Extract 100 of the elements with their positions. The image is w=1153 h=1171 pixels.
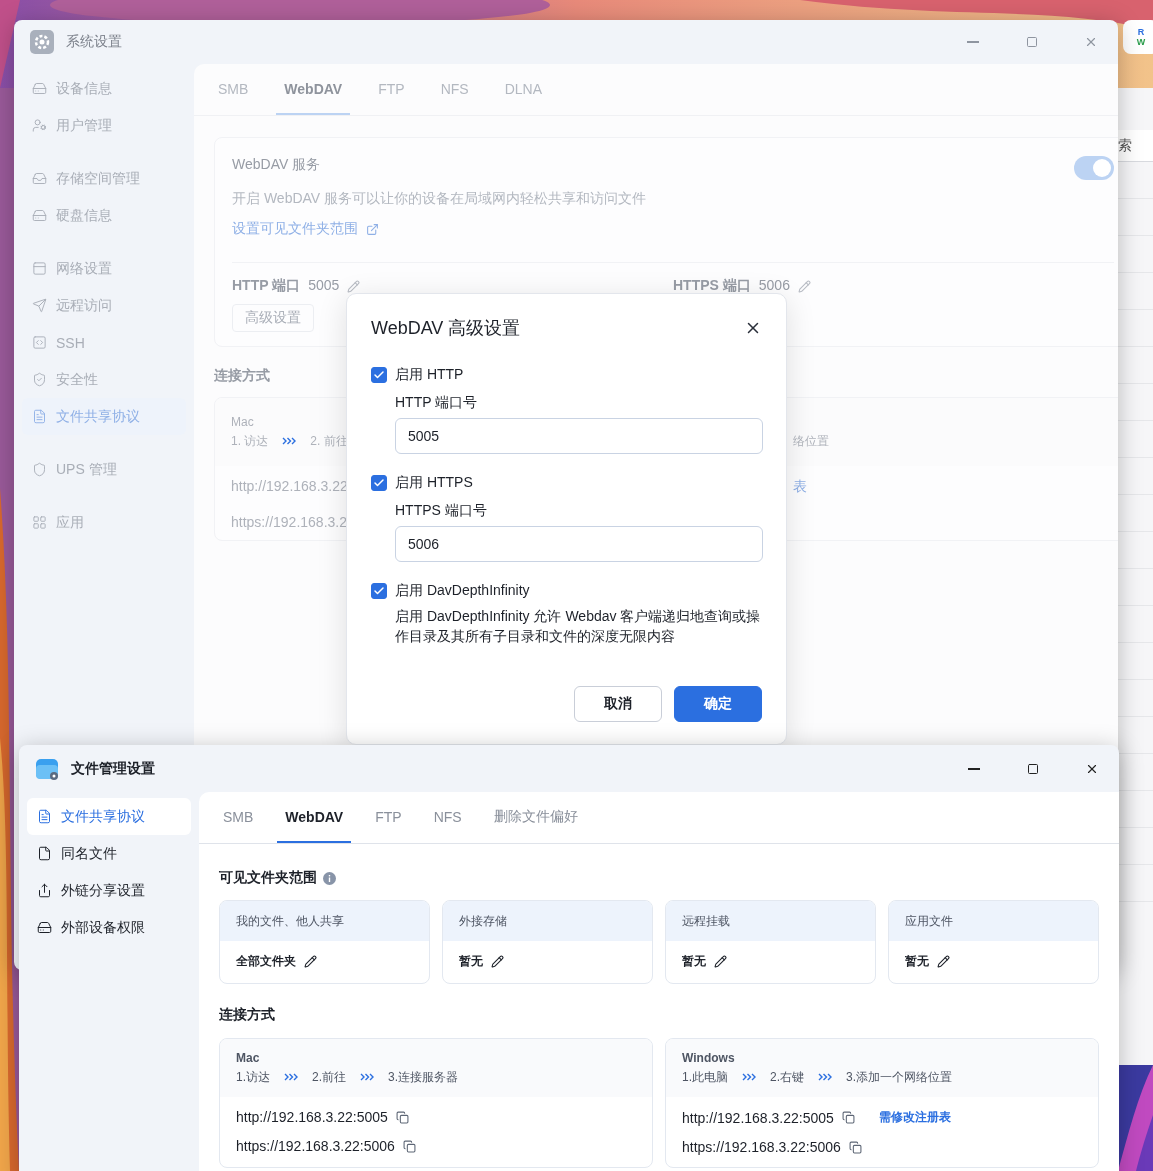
- edit-icon[interactable]: [937, 955, 950, 968]
- section-title: 连接方式: [219, 1006, 275, 1024]
- chevrons-icon: [284, 1072, 298, 1082]
- edit-icon[interactable]: [304, 955, 317, 968]
- sidebar-item[interactable]: 同名文件: [27, 835, 191, 872]
- port-value: 5006: [758, 277, 790, 293]
- sidebar-item[interactable]: 文件共享协议: [27, 798, 191, 835]
- minimize-icon: [968, 767, 980, 770]
- option-label: 启用 DavDepthInfinity: [395, 582, 530, 600]
- chevrons-icon: [742, 1072, 756, 1082]
- chevrons-icon: [282, 436, 297, 446]
- option-label: 启用 HTTP: [395, 366, 464, 384]
- checkbox[interactable]: [371, 367, 387, 383]
- sidebar-icon: [32, 171, 47, 186]
- confirm-button[interactable]: 确定: [674, 686, 762, 722]
- sidebar-icon: [32, 409, 47, 424]
- maximize-icon: [1027, 762, 1039, 775]
- port-value: 5005: [308, 277, 340, 293]
- service-toggle[interactable]: [1074, 156, 1114, 180]
- scope-value: 暂无: [682, 953, 706, 970]
- registry-link[interactable]: 表: [792, 478, 807, 496]
- step-text: 1. 访达: [231, 432, 269, 450]
- sidebar-item[interactable]: 外链分享设置: [27, 872, 191, 909]
- edit-icon[interactable]: [491, 955, 504, 968]
- sidebar-item[interactable]: 硬盘信息: [22, 197, 186, 234]
- field-label: HTTPS 端口号: [395, 502, 488, 520]
- copy-icon[interactable]: [848, 1140, 862, 1154]
- copy-icon[interactable]: [395, 1110, 409, 1124]
- checkbox[interactable]: [371, 583, 387, 599]
- port-input[interactable]: 5006: [395, 526, 763, 562]
- platform-name: Windows: [682, 1050, 736, 1065]
- service-title: WebDAV 服务: [232, 156, 321, 174]
- sidebar-icon: [32, 335, 47, 350]
- checkbox[interactable]: [371, 475, 387, 491]
- platform-name: Mac: [231, 414, 254, 429]
- chevrons-icon: [818, 1072, 833, 1082]
- scope-title: 远程挂载: [682, 912, 731, 930]
- url-text: http://192.168.3.22:5005: [682, 1109, 834, 1126]
- sidebar-icon: [32, 298, 47, 313]
- sidebar-item[interactable]: SSH: [22, 324, 186, 361]
- check-icon: [373, 477, 385, 489]
- copy-icon[interactable]: [402, 1139, 416, 1153]
- external-link-icon: [366, 222, 379, 236]
- cancel-button[interactable]: 取消: [574, 686, 662, 722]
- tab[interactable]: FTP: [367, 792, 410, 843]
- step-text: 络位置: [792, 432, 829, 450]
- window-title: 文件管理设置: [71, 759, 156, 778]
- check-icon: [373, 585, 385, 597]
- sidebar-icon: [37, 846, 52, 861]
- sidebar-item[interactable]: 存储空间管理: [22, 160, 186, 197]
- chevrons-icon: [360, 1072, 375, 1082]
- step-text: 2.前往: [312, 1068, 347, 1086]
- scope-title: 应用文件: [905, 912, 954, 930]
- port-label: HTTP 端口: [232, 277, 301, 295]
- registry-link[interactable]: 需修改注册表: [878, 1109, 951, 1126]
- step-text: 3.添加一个网络位置: [846, 1068, 953, 1086]
- check-icon: [373, 369, 385, 381]
- sidebar-item[interactable]: 外部设备权限: [27, 909, 191, 946]
- port-input[interactable]: 5005: [395, 418, 763, 454]
- scope-title: 外接存储: [459, 912, 508, 930]
- tab[interactable]: NFS: [425, 792, 470, 843]
- info-icon[interactable]: [323, 871, 336, 885]
- sidebar-item[interactable]: 远程访问: [22, 287, 186, 324]
- step-text: 1.访达: [236, 1068, 270, 1086]
- sidebar-icon: [32, 372, 47, 387]
- search-label[interactable]: 索: [1118, 130, 1153, 162]
- url-text: https://192.168.3.22:5006: [682, 1139, 841, 1155]
- sidebar-icon: [32, 261, 47, 276]
- url-text: http://192.168.3.22:5005: [236, 1109, 388, 1125]
- sidebar-item[interactable]: 网络设置: [22, 250, 186, 287]
- port-label: HTTPS 端口: [673, 277, 751, 295]
- step-text: 2.右键: [770, 1068, 805, 1086]
- sidebar-icon: [37, 883, 52, 898]
- tab[interactable]: WebDAV: [277, 792, 352, 843]
- service-description: 开启 WebDAV 服务可以让你的设备在局域网内轻松共享和访问文件: [232, 190, 647, 208]
- sidebar-icon: [32, 462, 47, 477]
- folder-scope-link[interactable]: 设置可见文件夹范围: [232, 220, 358, 238]
- sidebar-icon: [37, 809, 52, 824]
- sidebar-item[interactable]: UPS 管理: [22, 451, 186, 488]
- tab[interactable]: SMB: [215, 792, 262, 843]
- url-text: https://192.168.3.22:5006: [236, 1138, 395, 1154]
- url-text: http://192.168.3.22: [231, 478, 348, 494]
- sidebar-item[interactable]: 应用: [22, 504, 186, 541]
- section-title: 连接方式: [214, 367, 270, 385]
- tab[interactable]: 删除文件偏好: [485, 792, 586, 843]
- step-text: 1.此电脑: [682, 1068, 728, 1086]
- sidebar-icon: [32, 118, 47, 133]
- field-label: HTTP 端口号: [395, 394, 479, 412]
- edit-icon[interactable]: [714, 955, 727, 968]
- sidebar-icon: [32, 515, 47, 530]
- scope-title: 我的文件、他人共享: [236, 912, 345, 930]
- sidebar-item[interactable]: 用户管理: [22, 107, 186, 144]
- sidebar-item[interactable]: 安全性: [22, 361, 186, 398]
- url-text: https://192.168.3.2: [231, 514, 347, 530]
- copy-icon[interactable]: [841, 1111, 855, 1124]
- scope-value: 全部文件夹: [236, 953, 296, 970]
- option-description: 启用 DavDepthInfinity 允许 Webdav 客户端递归地查询或操作目录及其所有子目录和文件的深度无限内容: [395, 607, 762, 646]
- advanced-settings-button[interactable]: 高级设置: [232, 304, 314, 332]
- platform-name: Mac: [236, 1050, 261, 1065]
- sidebar-icon: [32, 208, 47, 223]
